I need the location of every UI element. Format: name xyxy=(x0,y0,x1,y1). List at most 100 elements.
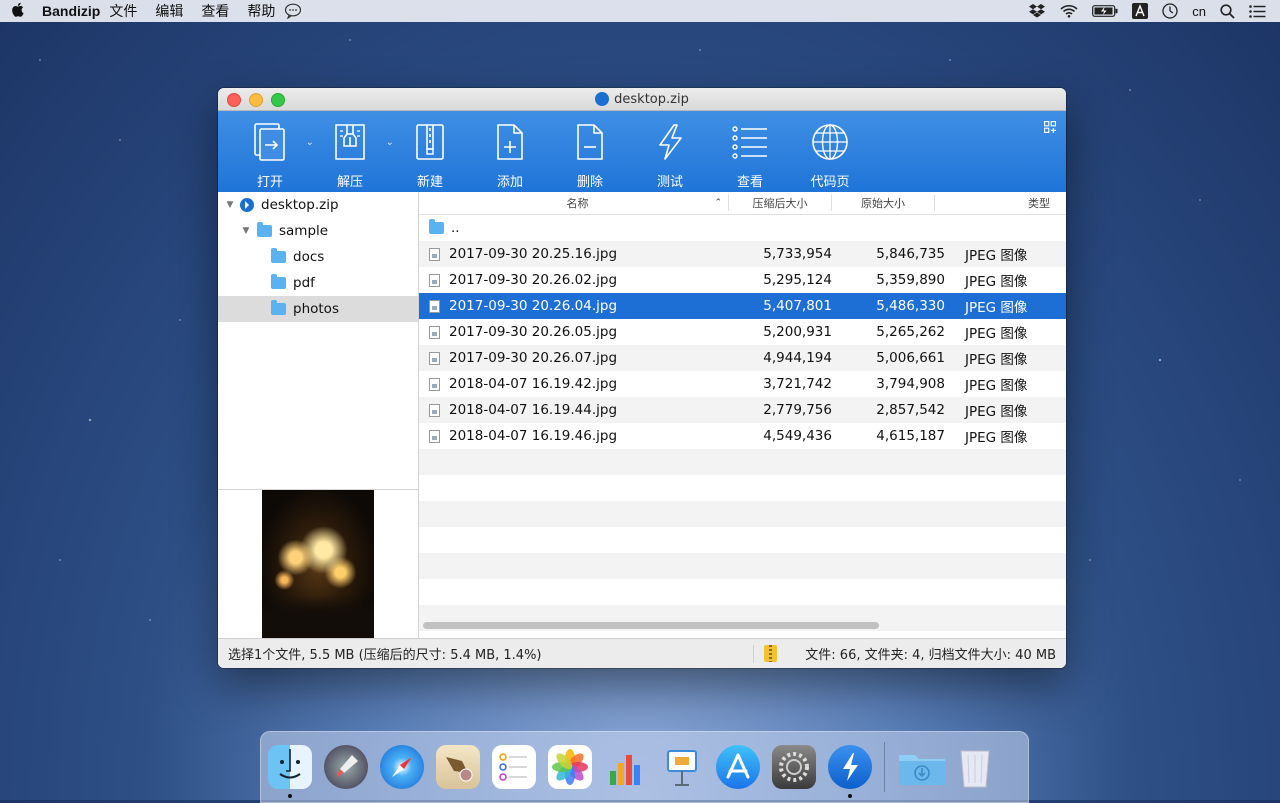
text-input-a-icon[interactable] xyxy=(1132,2,1149,20)
input-source[interactable]: cn xyxy=(1192,4,1206,19)
tree-root-label: desktop.zip xyxy=(261,197,339,213)
safari-icon[interactable] xyxy=(380,745,424,789)
menu-app-name[interactable]: Bandizip xyxy=(34,3,100,19)
clock-icon[interactable] xyxy=(1162,2,1178,20)
table-row[interactable]: .. xyxy=(419,215,1066,241)
menu-view[interactable]: 查看 xyxy=(192,1,238,21)
extract-label: 解压 xyxy=(336,175,363,190)
sort-ascending-icon: ⌃ xyxy=(714,198,722,208)
trash-icon[interactable] xyxy=(953,745,997,789)
file-original-size: 3,794,908 xyxy=(876,376,945,392)
view-button[interactable]: 查看 xyxy=(710,111,790,192)
chat-bubble-icon[interactable] xyxy=(284,2,302,20)
table-row[interactable]: 2017-09-30 20.25.16.jpg 5,733,954 5,846,… xyxy=(419,241,1066,267)
numbers-icon[interactable] xyxy=(604,745,648,789)
title-bar[interactable]: desktop.zip xyxy=(218,88,1066,111)
column-header: 名称 ⌃ 压缩后大小 原始大小 类型 xyxy=(419,192,1066,215)
file-type: JPEG 图像 xyxy=(965,248,1028,264)
table-row[interactable]: 2018-04-07 16.19.44.jpg 2,779,756 2,857,… xyxy=(419,397,1066,423)
menu-edit[interactable]: 编辑 xyxy=(146,1,192,21)
column-name-label: 名称 xyxy=(566,197,589,210)
wifi-icon[interactable] xyxy=(1060,2,1078,20)
open-label: 打开 xyxy=(256,175,283,190)
selection-status: 选择1个文件, 5.5 MB (压缩后的尺寸: 5.4 MB, 1.4%) xyxy=(228,648,542,663)
reminders-icon[interactable] xyxy=(492,745,536,789)
table-row[interactable]: 2017-09-30 20.26.05.jpg 5,200,931 5,265,… xyxy=(419,319,1066,345)
open-button[interactable]: ⌄ 打开 xyxy=(230,111,314,192)
disclosure-triangle-icon[interactable]: ▼ xyxy=(241,226,251,236)
dock xyxy=(260,731,1029,803)
jpeg-file-icon xyxy=(429,403,440,417)
file-original-size: 5,006,661 xyxy=(876,350,945,366)
add-button[interactable]: 添加 xyxy=(470,111,550,192)
file-name: 2017-09-30 20.26.05.jpg xyxy=(449,324,618,340)
mail-icon[interactable] xyxy=(436,745,480,789)
file-original-size: 5,486,330 xyxy=(876,298,945,314)
launchpad-icon[interactable] xyxy=(324,745,368,789)
file-compressed-size: 4,549,436 xyxy=(763,428,832,444)
delete-button[interactable]: 删除 xyxy=(550,111,630,192)
codepage-button[interactable]: 代码页 xyxy=(790,111,870,192)
table-row[interactable]: 2017-09-30 20.26.02.jpg 5,295,124 5,359,… xyxy=(419,267,1066,293)
codepage-globe-icon xyxy=(812,124,848,160)
new-label: 新建 xyxy=(416,175,443,190)
bandizip-icon[interactable] xyxy=(828,745,872,798)
keynote-icon[interactable] xyxy=(660,745,704,789)
file-compressed-size: 5,733,954 xyxy=(763,246,832,262)
tree-item-root[interactable]: ▼ desktop.zip xyxy=(218,192,418,218)
tree-folder-label: sample xyxy=(279,223,329,239)
app-store-icon[interactable] xyxy=(716,745,760,789)
tree-item-pdf[interactable]: pdf xyxy=(218,270,418,296)
table-row-selected[interactable]: 2017-09-30 20.26.04.jpg 5,407,801 5,486,… xyxy=(419,293,1066,319)
notification-center-icon[interactable] xyxy=(1249,2,1266,20)
extract-button[interactable]: ⌄ 解压 xyxy=(310,111,394,192)
battery-icon[interactable] xyxy=(1092,2,1118,20)
column-compressed-header[interactable]: 压缩后大小 xyxy=(729,195,832,211)
archive-summary: 文件: 66, 文件夹: 4, 归档文件大小: 40 MB xyxy=(805,648,1056,663)
add-label: 添加 xyxy=(496,175,523,190)
disclosure-triangle-icon[interactable]: ▼ xyxy=(225,200,235,210)
open-icon xyxy=(254,123,285,161)
toolbar: ⌄ 打开 ⌄ 解压 新建 添加 删除 测试 查看 代码页 xyxy=(218,111,1066,192)
table-row[interactable]: 2018-04-07 16.19.46.jpg 4,549,436 4,615,… xyxy=(419,423,1066,449)
tree-item-docs[interactable]: docs xyxy=(218,244,418,270)
file-original-size: 5,846,735 xyxy=(876,246,945,262)
codepage-label: 代码页 xyxy=(810,175,850,190)
tree-item-sample[interactable]: ▼ sample xyxy=(218,218,418,244)
folder-icon xyxy=(271,274,286,289)
jpeg-file-icon xyxy=(429,247,440,261)
extract-icon xyxy=(335,124,365,160)
test-icon xyxy=(659,124,682,160)
file-type: JPEG 图像 xyxy=(965,404,1028,420)
column-name-header[interactable]: 名称 ⌃ xyxy=(419,195,729,211)
spotlight-search-icon[interactable] xyxy=(1220,2,1235,20)
table-row[interactable]: 2018-04-07 16.19.42.jpg 3,721,742 3,794,… xyxy=(419,371,1066,397)
archive-zipper-icon[interactable] xyxy=(764,645,778,662)
apple-menu-icon[interactable] xyxy=(0,2,34,21)
system-preferences-icon[interactable] xyxy=(772,745,816,789)
new-archive-button[interactable]: 新建 xyxy=(390,111,470,192)
dropbox-icon[interactable] xyxy=(1028,2,1046,20)
parent-folder-icon xyxy=(429,219,444,234)
finder-icon[interactable] xyxy=(268,745,312,798)
jpeg-file-icon xyxy=(429,351,440,365)
downloads-folder-icon[interactable] xyxy=(897,745,945,789)
table-row[interactable]: 2017-09-30 20.26.07.jpg 4,944,194 5,006,… xyxy=(419,345,1066,371)
minimize-button[interactable] xyxy=(249,93,263,107)
fireworks-preview-image xyxy=(262,490,374,640)
column-type-header[interactable]: 类型 xyxy=(935,195,1066,211)
horizontal-scrollbar[interactable] xyxy=(423,622,879,629)
menu-help[interactable]: 帮助 xyxy=(238,1,284,21)
test-button[interactable]: 测试 xyxy=(630,111,710,192)
close-button[interactable] xyxy=(227,93,241,107)
layout-toggle-icon[interactable] xyxy=(1044,121,1056,137)
tree-item-photos[interactable]: photos xyxy=(218,296,418,322)
file-original-size: 2,857,542 xyxy=(876,402,945,418)
photos-icon[interactable] xyxy=(548,745,592,789)
menu-file[interactable]: 文件 xyxy=(100,1,146,21)
file-original-size: 4,615,187 xyxy=(876,428,945,444)
preview-pane xyxy=(218,489,418,640)
zoom-button[interactable] xyxy=(271,93,285,107)
column-original-header[interactable]: 原始大小 xyxy=(832,195,935,211)
status-bar: 选择1个文件, 5.5 MB (压缩后的尺寸: 5.4 MB, 1.4%) 文件… xyxy=(218,638,1066,668)
